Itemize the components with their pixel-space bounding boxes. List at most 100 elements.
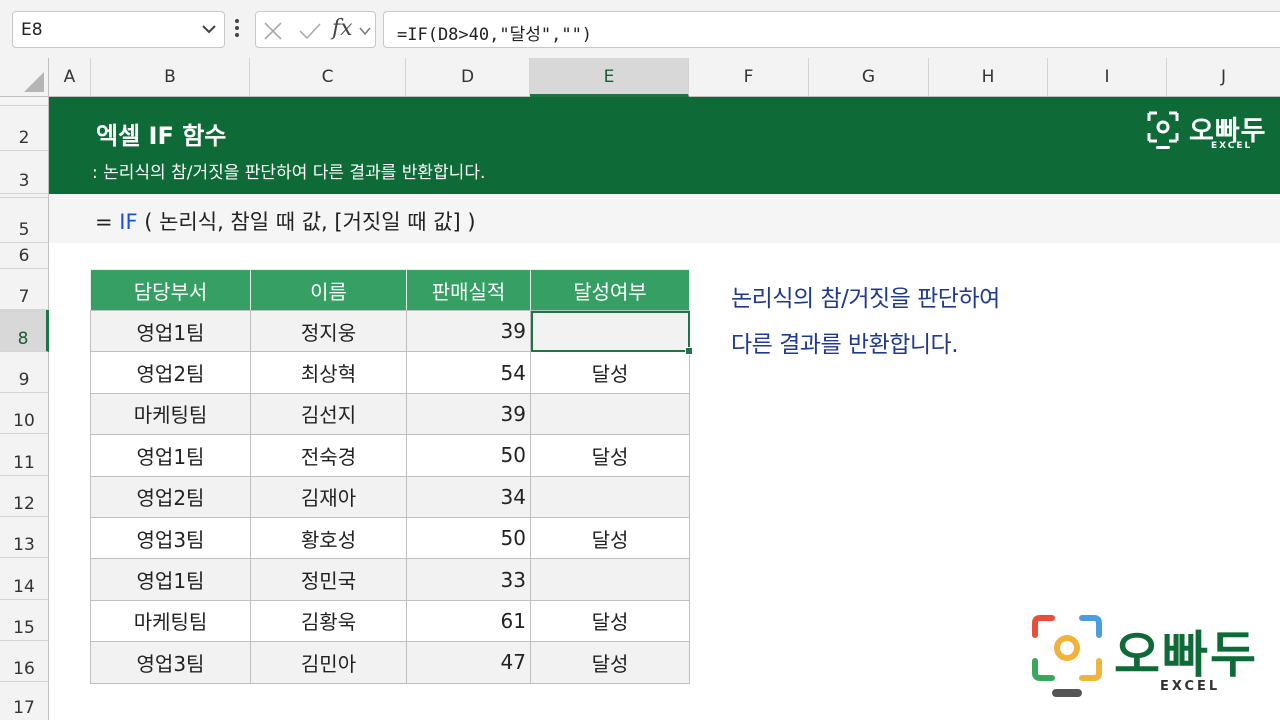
cell-achieved[interactable] xyxy=(530,475,690,518)
header-name[interactable]: 이름 xyxy=(250,269,407,311)
column-header-h[interactable]: H xyxy=(929,58,1048,97)
table-row: 영업1팀 전숙경 50 달성 xyxy=(90,434,690,477)
row-header-11[interactable]: 11 xyxy=(0,434,49,476)
cell-name[interactable]: 최상혁 xyxy=(250,351,407,394)
enter-check-icon[interactable] xyxy=(298,21,322,41)
column-header-b[interactable]: B xyxy=(91,58,250,97)
column-header-f[interactable]: F xyxy=(689,58,809,97)
cell-department[interactable]: 영업1팀 xyxy=(90,309,251,353)
cell-department[interactable]: 영업2팀 xyxy=(90,475,251,518)
name-box[interactable]: E8 xyxy=(12,11,225,48)
header-achieved[interactable]: 달성여부 xyxy=(530,269,690,311)
cell-achieved-active[interactable] xyxy=(530,309,694,357)
cell-sales[interactable]: 39 xyxy=(406,309,531,353)
logo-subtext: EXCEL xyxy=(1211,141,1253,151)
cell-sales[interactable]: 54 xyxy=(406,351,531,394)
cell-achieved[interactable]: 달성 xyxy=(530,351,690,394)
cell-achieved[interactable]: 달성 xyxy=(530,516,690,560)
insert-function-icon[interactable]: fx xyxy=(332,16,353,41)
column-header-i[interactable]: I xyxy=(1048,58,1167,97)
page-title: 엑셀 IF 함수 xyxy=(96,122,227,150)
title-banner: 엑셀 IF 함수 : 논리식의 참/거짓을 판단하여 다른 결과를 반환합니다.… xyxy=(49,97,1280,194)
description-line-1: 논리식의 참/거짓을 판단하여 xyxy=(731,286,1000,312)
row-header-1[interactable] xyxy=(0,97,49,106)
table-row: 영업3팀 김민아 47 달성 xyxy=(90,641,690,684)
table-row: 마케팅팀 김선지 39 xyxy=(90,392,690,436)
header-department[interactable]: 담당부서 xyxy=(90,269,251,311)
cell-department[interactable]: 영업1팀 xyxy=(90,558,251,601)
formula-text: =IF(D8>40,"달성","") xyxy=(397,25,593,45)
table-row: 영업1팀 정민국 33 xyxy=(90,558,690,601)
cell-name[interactable]: 황호성 xyxy=(250,516,407,560)
column-header-j[interactable]: J xyxy=(1167,58,1280,97)
row-header-7[interactable]: 7 xyxy=(0,269,49,310)
formula-input[interactable]: =IF(D8>40,"달성","") xyxy=(383,11,1280,48)
watermark-logo: 오빠두 EXCEL xyxy=(1032,615,1262,705)
cell-sales[interactable]: 34 xyxy=(406,475,531,518)
data-table: 담당부서 이름 판매실적 달성여부 영업1팀 정지웅 39 영업2팀 최상혁 5… xyxy=(90,269,694,684)
formula-bar: E8 fx =IF(D8>40,"달성","") xyxy=(0,0,1280,58)
row-header-16[interactable]: 16 xyxy=(0,641,49,682)
cell-achieved[interactable] xyxy=(530,392,690,436)
cell-name[interactable]: 김민아 xyxy=(250,641,407,684)
cell-department[interactable]: 영업1팀 xyxy=(90,434,251,477)
row-header-14[interactable]: 14 xyxy=(0,558,49,600)
more-options-icon[interactable] xyxy=(232,16,242,42)
row-header-2[interactable]: 2 xyxy=(0,106,49,151)
row-header-9[interactable]: 9 xyxy=(0,352,49,393)
formula-controls: fx xyxy=(255,11,376,48)
cell-sales[interactable]: 39 xyxy=(406,392,531,436)
function-syntax: = IF ( 논리식, 참일 때 값, [거짓일 때 값] ) xyxy=(95,206,476,236)
row-header-13[interactable]: 13 xyxy=(0,517,49,558)
cell-name[interactable]: 정지웅 xyxy=(250,309,407,353)
header-sales[interactable]: 판매실적 xyxy=(406,269,531,311)
cell-achieved[interactable]: 달성 xyxy=(530,434,690,477)
column-header-d[interactable]: D xyxy=(406,58,530,97)
row-header-10[interactable]: 10 xyxy=(0,393,49,434)
cell-achieved[interactable]: 달성 xyxy=(530,641,690,684)
logo-subtext: EXCEL xyxy=(1160,679,1221,694)
cell-achieved[interactable]: 달성 xyxy=(530,599,690,643)
cell-achieved[interactable] xyxy=(530,558,690,601)
syntax-row: = IF ( 논리식, 참일 때 값, [거짓일 때 값] ) xyxy=(49,194,1280,243)
table-row: 마케팅팀 김황욱 61 달성 xyxy=(90,599,690,643)
table-row: 영업3팀 황호성 50 달성 xyxy=(90,516,690,560)
syntax-prefix: = xyxy=(95,210,120,234)
cell-name[interactable]: 김황욱 xyxy=(250,599,407,643)
table-row: 영업2팀 김재아 34 xyxy=(90,475,690,518)
cell-sales[interactable]: 50 xyxy=(406,434,531,477)
row-header-5[interactable]: 5 xyxy=(0,198,49,243)
cell-sales[interactable]: 47 xyxy=(406,641,531,684)
row-header-8[interactable]: 8 xyxy=(0,310,49,352)
row-header-17[interactable]: 17 xyxy=(0,682,49,720)
cell-name[interactable]: 김재아 xyxy=(250,475,407,518)
cell-department[interactable]: 영업3팀 xyxy=(90,641,251,684)
syntax-args: ( 논리식, 참일 때 값, [거짓일 때 값] ) xyxy=(137,210,476,234)
table-row: 영업1팀 정지웅 39 xyxy=(90,309,694,357)
cell-department[interactable]: 마케팅팀 xyxy=(90,392,251,436)
cell-sales[interactable]: 50 xyxy=(406,516,531,560)
column-header-e[interactable]: E xyxy=(530,58,689,97)
chevron-down-icon[interactable] xyxy=(358,25,372,37)
cell-sales[interactable]: 61 xyxy=(406,599,531,643)
cell-name[interactable]: 전숙경 xyxy=(250,434,407,477)
description-text: 논리식의 참/거짓을 판단하여 다른 결과를 반환합니다. xyxy=(731,276,1000,368)
row-header-3[interactable]: 3 xyxy=(0,151,49,194)
row-header-12[interactable]: 12 xyxy=(0,476,49,517)
brand-logo: 오빠두 EXCEL xyxy=(1145,109,1275,154)
chevron-down-icon[interactable] xyxy=(200,20,218,38)
cell-name[interactable]: 정민국 xyxy=(250,558,407,601)
cell-name[interactable]: 김선지 xyxy=(250,392,407,436)
column-header-g[interactable]: G xyxy=(809,58,929,97)
cancel-icon[interactable] xyxy=(262,21,284,41)
cell-department[interactable]: 마케팅팀 xyxy=(90,599,251,643)
column-header-c[interactable]: C xyxy=(250,58,406,97)
logo-text: 오빠두 xyxy=(1114,626,1258,684)
cell-department[interactable]: 영업3팀 xyxy=(90,516,251,560)
column-header-a[interactable]: A xyxy=(49,58,91,97)
row-header-6[interactable]: 6 xyxy=(0,243,49,269)
select-all-button[interactable] xyxy=(0,58,49,97)
cell-department[interactable]: 영업2팀 xyxy=(90,351,251,394)
row-header-15[interactable]: 15 xyxy=(0,600,49,641)
cell-sales[interactable]: 33 xyxy=(406,558,531,601)
